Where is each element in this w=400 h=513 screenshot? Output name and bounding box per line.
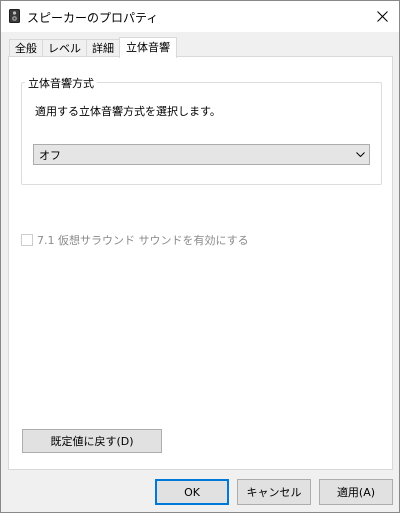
apply-button[interactable]: 適用(A) (319, 479, 393, 505)
group-description: 適用する立体音響方式を選択します。 (35, 105, 221, 118)
spatial-sound-format-group: 立体音響方式 適用する立体音響方式を選択します。 オフ (21, 75, 382, 185)
virtual-surround-label: 7.1 仮想サラウンド サウンドを有効にする (37, 234, 249, 247)
restore-defaults-button[interactable]: 既定値に戻す(D) (22, 429, 162, 453)
tab-spatial-sound[interactable]: 立体音響 (119, 37, 177, 58)
virtual-surround-checkbox[interactable] (21, 234, 33, 246)
speaker-icon (9, 9, 20, 23)
chevron-down-icon (351, 152, 369, 157)
close-icon (376, 10, 388, 22)
window-title: スピーカーのプロパティ (27, 11, 159, 25)
spatial-sound-panel: 立体音響方式 適用する立体音響方式を選択します。 オフ 7.1 仮想サラウンド … (8, 56, 393, 470)
tab-strip: 全般 レベル 詳細 立体音響 (9, 37, 177, 58)
dropdown-selected-value: オフ (39, 148, 61, 162)
virtual-surround-option: 7.1 仮想サラウンド サウンドを有効にする (21, 232, 249, 248)
ok-button[interactable]: OK (155, 479, 229, 505)
group-title: 立体音響方式 (25, 75, 97, 91)
close-button[interactable] (365, 1, 399, 31)
title-bar: スピーカーのプロパティ (1, 1, 399, 32)
spatial-format-dropdown[interactable]: オフ (33, 144, 370, 165)
speaker-properties-window: スピーカーのプロパティ 全般 レベル 詳細 立体音響 立体音響方式 適用する立体… (0, 0, 400, 513)
cancel-button[interactable]: キャンセル (237, 479, 311, 505)
